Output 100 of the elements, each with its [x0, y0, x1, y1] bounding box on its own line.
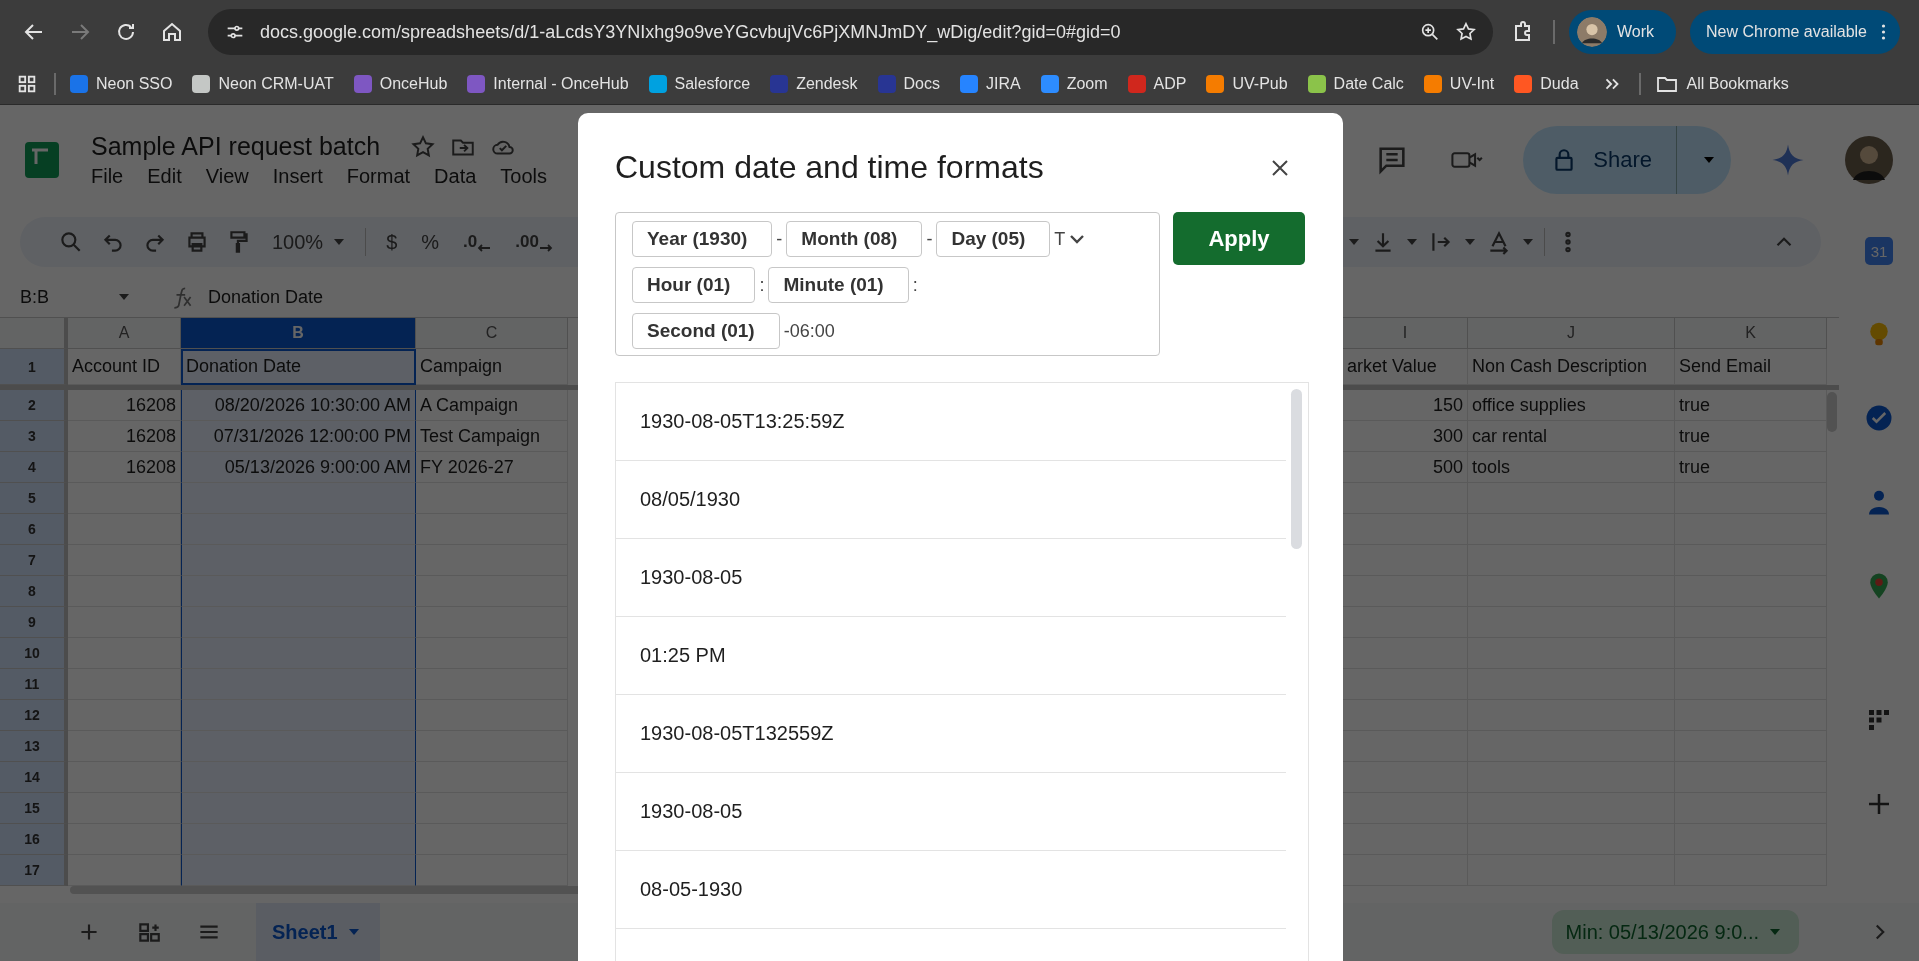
- avatar[interactable]: [1845, 136, 1893, 184]
- address-bar[interactable]: docs.google.com/spreadsheets/d/1-aLcdsY3YNIxhg9o9veYGcvbujVc6PjXMNJmDY_wDig/edit?gid=0#gid=0: [208, 9, 1493, 55]
- table-cell: FY 2026-27: [416, 452, 568, 483]
- row-header[interactable]: 4: [0, 452, 68, 483]
- name-box[interactable]: B:B: [20, 286, 118, 308]
- bookmark[interactable]: JIRA: [959, 75, 1021, 93]
- caret-icon[interactable]: [1406, 238, 1418, 246]
- format-chip[interactable]: Month (08): [786, 221, 923, 257]
- format-chip[interactable]: Hour (01): [632, 267, 756, 303]
- caret-icon[interactable]: [1522, 238, 1534, 246]
- table-cell: A Campaign: [416, 390, 568, 421]
- menu-item[interactable]: File: [91, 165, 124, 188]
- apply-button[interactable]: Apply: [1173, 212, 1305, 265]
- all-bookmarks[interactable]: All Bookmarks: [1654, 72, 1789, 96]
- column-header[interactable]: J: [1468, 318, 1675, 349]
- caret-icon[interactable]: [118, 293, 130, 301]
- row-header[interactable]: 8: [0, 576, 68, 607]
- menu-item[interactable]: View: [205, 165, 249, 188]
- bookmark[interactable]: Salesforce: [648, 75, 751, 93]
- caret-icon: [347, 928, 360, 936]
- bookmark[interactable]: Date Calc: [1307, 75, 1404, 93]
- bookmark[interactable]: UV-Int: [1423, 75, 1495, 93]
- caret-icon[interactable]: [1464, 238, 1476, 246]
- row-header[interactable]: 3: [0, 421, 68, 452]
- sheet-tab[interactable]: Sheet1: [256, 903, 380, 961]
- chevron-down-icon[interactable]: [1069, 234, 1086, 244]
- bookmark[interactable]: Internal - OnceHub: [467, 75, 629, 93]
- row-header[interactable]: 9: [0, 607, 68, 638]
- format-option[interactable]: 08-05-1930: [616, 851, 1286, 929]
- caret-icon: [1769, 928, 1781, 936]
- row-header[interactable]: 15: [0, 793, 68, 824]
- bookmark[interactable]: OnceHub: [353, 75, 448, 93]
- column-header[interactable]: A: [68, 318, 181, 349]
- row-header[interactable]: 11: [0, 669, 68, 700]
- bookmark[interactable]: Docs: [877, 75, 940, 93]
- separator-text: T: [1053, 228, 1067, 250]
- format-option[interactable]: 01:25 PM: [616, 617, 1286, 695]
- bookmark[interactable]: Neon CRM-UAT: [192, 75, 334, 93]
- calendar-icon[interactable]: 31: [1865, 237, 1893, 265]
- row-header[interactable]: 17: [0, 855, 68, 886]
- menu-item[interactable]: Format: [346, 165, 411, 188]
- caret-icon[interactable]: [1348, 238, 1360, 246]
- table-cell: office supplies: [1468, 390, 1675, 421]
- format-chip[interactable]: Minute (01): [768, 267, 909, 303]
- row-header[interactable]: 5: [0, 483, 68, 514]
- format-chip[interactable]: Day (05): [936, 221, 1051, 257]
- column-header[interactable]: K: [1675, 318, 1827, 349]
- star-icon[interactable]: [410, 133, 437, 160]
- format-chip[interactable]: Second (01): [632, 313, 780, 349]
- row-header[interactable]: 16: [0, 824, 68, 855]
- percent-button[interactable]: %: [417, 230, 444, 254]
- column-header[interactable]: C: [416, 318, 568, 349]
- menu-item[interactable]: Insert: [272, 165, 323, 188]
- summary-button[interactable]: Min: 05/13/2026 9:0...: [1551, 910, 1799, 954]
- format-option[interactable]: 1930-08-05: [616, 773, 1286, 851]
- row-header[interactable]: 1: [0, 349, 68, 385]
- row-header[interactable]: 7: [0, 545, 68, 576]
- row-header[interactable]: 2: [0, 390, 68, 421]
- format-option[interactable]: 1930-08-05T132559Z: [616, 695, 1286, 773]
- row-header[interactable]: 12: [0, 700, 68, 731]
- format-input-field[interactable]: Year (1930) - Month (08) - Day (05) T Hour (01) : Minute (01) : Second (01) -06:00: [615, 212, 1160, 356]
- bookmark[interactable]: UV-Pub: [1206, 75, 1288, 93]
- format-option[interactable]: 08/05/1930: [616, 461, 1286, 539]
- format-chip[interactable]: Year (1930): [632, 221, 773, 257]
- table-cell: true: [1675, 452, 1827, 483]
- check-icon[interactable]: [1864, 403, 1894, 433]
- row-header[interactable]: 10: [0, 638, 68, 669]
- caret-icon: [1703, 156, 1715, 164]
- currency-button[interactable]: $: [382, 230, 402, 254]
- document-title[interactable]: Sample API request batch: [91, 132, 381, 161]
- row-header[interactable]: 13: [0, 731, 68, 762]
- separator-text: :: [911, 274, 919, 296]
- format-option[interactable]: 1930-08-05: [616, 539, 1286, 617]
- table-cell: Send Email: [1675, 349, 1827, 385]
- table-cell: Non Cash Description: [1468, 349, 1675, 385]
- star-icon[interactable]: [1455, 21, 1477, 43]
- bookmark[interactable]: Zoom: [1040, 75, 1108, 93]
- row-header[interactable]: 14: [0, 762, 68, 793]
- separator-text: -06:00: [782, 320, 836, 342]
- bookmark[interactable]: Neon SSO: [70, 75, 173, 93]
- formula-input[interactable]: Donation Date: [208, 286, 324, 308]
- decrease-decimal-button[interactable]: .0: [459, 231, 496, 253]
- share-button[interactable]: Share: [1523, 126, 1677, 194]
- menu-item[interactable]: Edit: [147, 165, 182, 188]
- bookmark[interactable]: Zendesk: [770, 75, 858, 93]
- scrollbar[interactable]: [1291, 389, 1302, 549]
- bookmark[interactable]: Duda: [1514, 75, 1579, 93]
- bookmark[interactable]: ADP: [1127, 75, 1187, 93]
- menu-item[interactable]: Tools: [500, 165, 548, 188]
- zoom-icon[interactable]: [1419, 21, 1441, 43]
- format-option[interactable]: 1930-08-05T13:25:59Z: [616, 383, 1286, 461]
- update-button[interactable]: New Chrome available: [1690, 10, 1900, 54]
- sheets-logo-icon[interactable]: [25, 142, 59, 178]
- column-header[interactable]: B: [181, 318, 416, 349]
- zoom-dropdown[interactable]: 100%: [268, 230, 350, 254]
- profile-button[interactable]: Work: [1569, 10, 1677, 54]
- increase-decimal-button[interactable]: .00: [511, 231, 557, 253]
- more-icon: [1881, 24, 1886, 40]
- menu-item[interactable]: Data: [434, 165, 477, 188]
- row-header[interactable]: 6: [0, 514, 68, 545]
